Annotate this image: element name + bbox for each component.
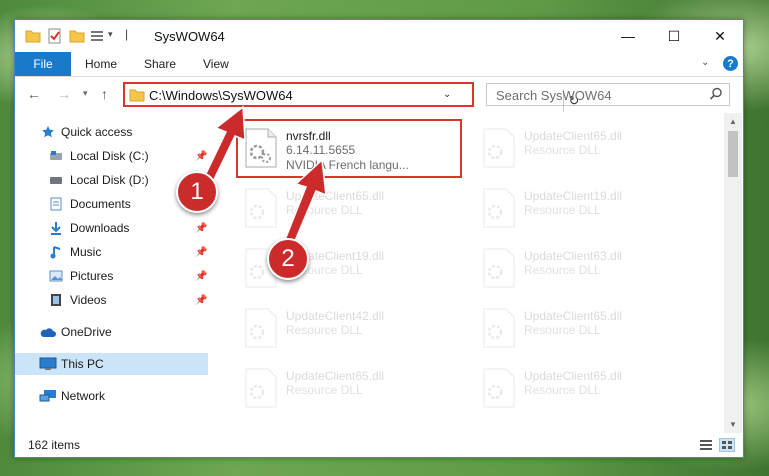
- arrow-to-file: [282, 158, 327, 249]
- step-marker-1: 1: [176, 171, 218, 213]
- step-marker-2: 2: [267, 238, 309, 280]
- annotation-arrows: [198, 105, 327, 249]
